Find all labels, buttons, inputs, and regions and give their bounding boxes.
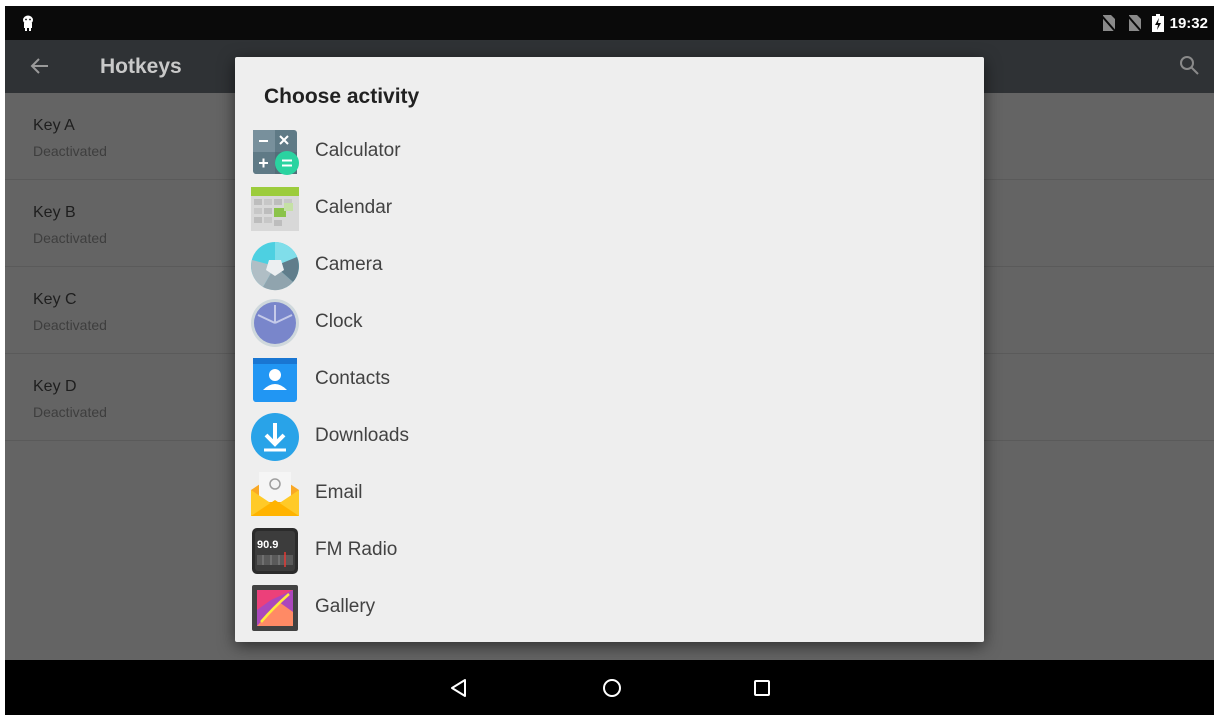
activity-label: FM Radio [315,539,398,560]
activity-item-downloads[interactable]: Downloads [235,406,984,463]
search-icon[interactable] [1178,54,1200,76]
calendar-icon [251,187,299,231]
back-triangle-icon[interactable] [446,675,472,701]
battery-charging-icon [1151,14,1164,32]
activity-item-calendar[interactable]: Calendar [235,178,984,235]
choose-activity-dialog: Choose activity Calculator Calendar Came… [235,57,984,642]
hotkey-title: Key A [33,117,75,134]
navigation-bar [5,660,1214,715]
activity-label: Downloads [315,425,409,446]
hotkey-title: Key B [33,204,76,221]
android-icon [23,15,33,31]
activity-item-fm-radio[interactable]: 90.9 FM Radio [235,520,984,577]
clock-icon [251,299,299,347]
activity-item-clock[interactable]: Clock [235,292,984,349]
dialog-title: Choose activity [264,85,420,108]
activity-label: Gallery [315,596,376,617]
activity-list[interactable]: Calculator Calendar Camera Clock Contact… [235,121,984,642]
hotkey-status: Deactivated [33,143,107,159]
activity-label: Camera [315,254,383,275]
activity-item-partial[interactable] [235,634,984,642]
device-screen: 19:32 Hotkeys Key A Deactivated Key B De… [5,6,1214,715]
gallery-icon [252,585,298,631]
status-clock: 19:32 [1169,14,1208,32]
home-circle-icon[interactable] [599,675,625,701]
no-sim-icon [1099,14,1116,32]
arrow-back-icon[interactable] [29,55,51,77]
activity-label: Contacts [315,368,390,389]
status-bar: 19:32 [5,6,1214,40]
activity-label: Calendar [315,197,393,218]
activity-label: Calculator [315,140,401,161]
hotkey-title: Key D [33,378,77,395]
activity-item-gallery[interactable]: Gallery [235,577,984,634]
hotkey-title: Key C [33,291,77,308]
no-sim-icon [1125,14,1142,32]
hotkey-status: Deactivated [33,230,107,246]
activity-label: Clock [315,311,363,332]
hotkey-status: Deactivated [33,404,107,420]
downloads-icon [251,413,299,461]
activity-item-contacts[interactable]: Contacts [235,349,984,406]
hotkey-status: Deactivated [33,317,107,333]
activity-item-email[interactable]: Email [235,463,984,520]
page-title: Hotkeys [100,55,182,78]
fm-radio-frequency: 90.9 [257,539,278,551]
camera-icon [251,242,299,291]
fm-radio-icon: 90.9 [252,528,298,574]
contacts-icon [253,358,297,402]
activity-item-camera[interactable]: Camera [235,235,984,292]
activity-item-calculator[interactable]: Calculator [235,121,984,178]
calculator-icon [253,130,299,175]
recents-square-icon[interactable] [749,675,775,701]
activity-label: Email [315,482,363,503]
partial-app-icon [249,639,301,642]
email-icon [251,472,299,516]
